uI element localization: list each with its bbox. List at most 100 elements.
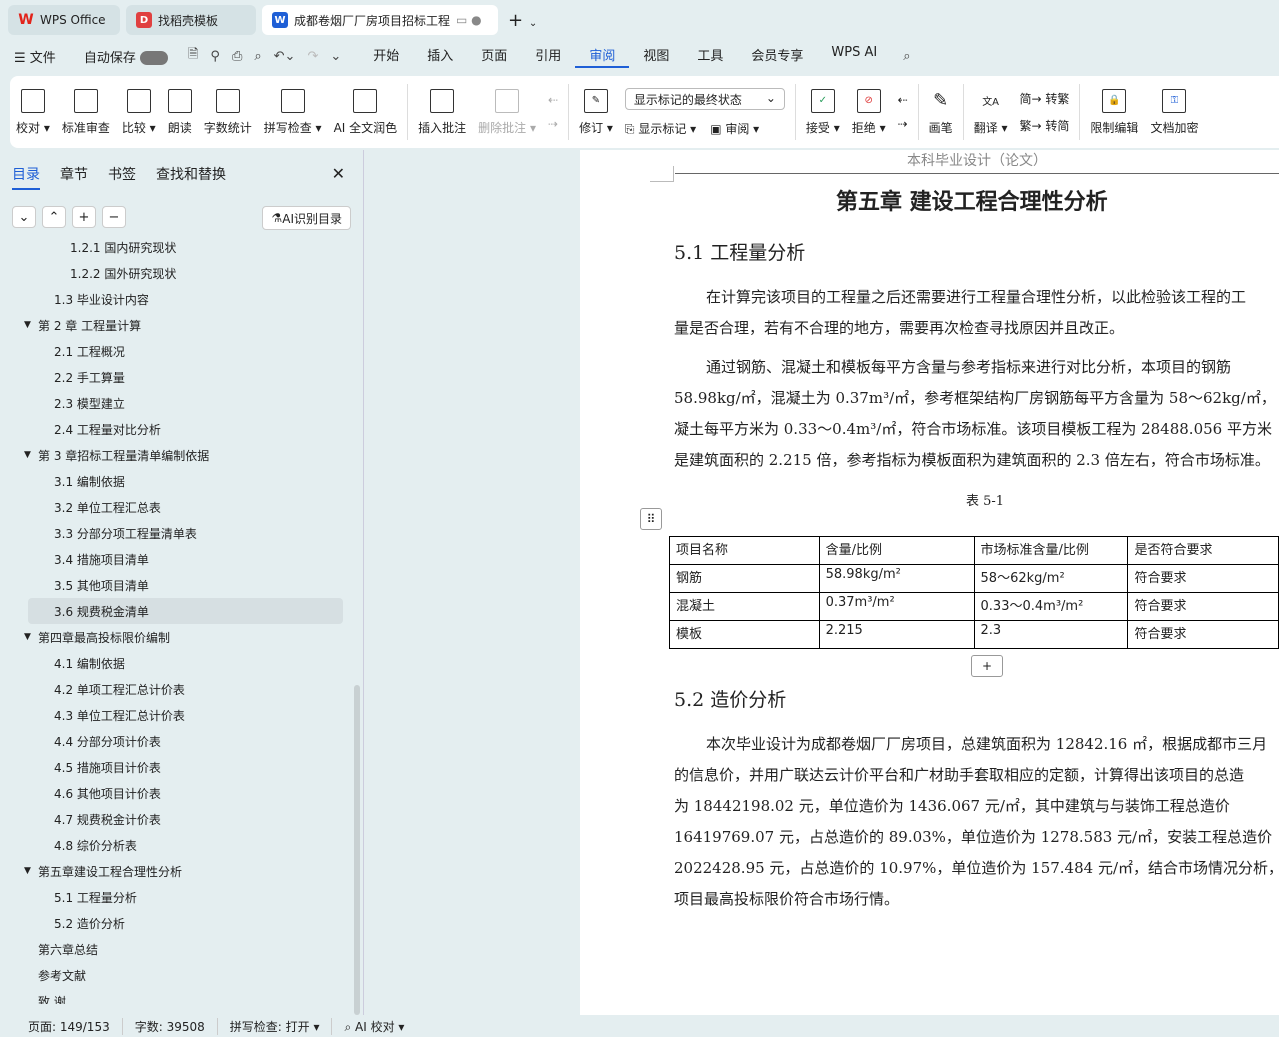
- toc-item[interactable]: 1.3 毕业设计内容: [28, 286, 343, 312]
- accept-button[interactable]: ✓ 接受 ▾: [800, 76, 846, 148]
- search-icon[interactable]: ⌕: [897, 49, 916, 64]
- tab-document[interactable]: W 成都卷烟厂厂房项目招标工程 ▭ ●: [262, 5, 498, 35]
- table-cell[interactable]: 模板: [669, 620, 820, 649]
- document-page[interactable]: 本科毕业设计（论文） 第五章 建设工程合理性分析 5.1 工程量分析 在计算完该…: [580, 150, 1279, 1015]
- expand-arrow-icon[interactable]: ▼: [24, 866, 38, 876]
- table-cell[interactable]: 是否符合要求: [1127, 536, 1279, 565]
- table-cell[interactable]: 0.37m³/m²: [818, 592, 975, 621]
- expand-down-button[interactable]: ⌄: [12, 206, 36, 228]
- toc-item[interactable]: 3.4 措施项目清单: [28, 546, 343, 572]
- menu-4[interactable]: 审阅: [575, 45, 630, 68]
- ai-proofread-button[interactable]: ⌕ AI 校对 ▾: [332, 1018, 416, 1035]
- print-preview-icon[interactable]: ⌕: [248, 49, 267, 64]
- toc-item[interactable]: 4.6 其他项目计价表: [28, 780, 343, 806]
- toc-item[interactable]: 1.2.2 国外研究现状: [28, 260, 343, 286]
- show-markup-button[interactable]: ⎘ 显示标记 ▾: [625, 120, 696, 137]
- print-icon[interactable]: ⎙: [226, 49, 248, 64]
- new-tab-button[interactable]: + ⌄: [508, 10, 537, 31]
- table-cell[interactable]: 钢筋: [669, 564, 820, 593]
- toc-item[interactable]: 4.3 单位工程汇总计价表: [28, 702, 343, 728]
- toc-item[interactable]: 3.6 规费税金清单: [28, 598, 343, 624]
- word-count-button[interactable]: 字数统计: [198, 76, 258, 148]
- menu-2[interactable]: 页面: [467, 45, 521, 68]
- menu-6[interactable]: 工具: [683, 45, 737, 68]
- toc-item[interactable]: 5.2 造价分析: [28, 910, 343, 936]
- insert-comment-button[interactable]: 插入批注: [412, 76, 472, 148]
- toc-item[interactable]: ▼ 第五章建设工程合理性分析: [24, 858, 343, 884]
- table-cell[interactable]: 含量/比例: [818, 536, 975, 565]
- toc-item[interactable]: 3.2 单位工程汇总表: [28, 494, 343, 520]
- table-move-handle[interactable]: ⠿: [640, 508, 662, 530]
- pen-button[interactable]: ✎ 画笔: [923, 76, 959, 148]
- demote-button[interactable]: −: [102, 206, 126, 228]
- format-painter-icon[interactable]: ⚲: [204, 49, 226, 64]
- table-cell[interactable]: 符合要求: [1127, 620, 1279, 649]
- close-panel-icon[interactable]: ✕: [332, 164, 345, 183]
- toc-item[interactable]: ▼ 第 3 章招标工程量清单编制依据: [24, 442, 343, 468]
- toc-item[interactable]: 参考文献: [28, 962, 343, 988]
- tab-template[interactable]: D 找稻壳模板: [126, 5, 256, 35]
- revise-button[interactable]: ✎ 修订 ▾: [573, 76, 619, 148]
- to-simplified-button[interactable]: 繁→ 转简: [1020, 117, 1070, 134]
- collapse-up-button[interactable]: ⌃: [42, 206, 66, 228]
- table-cell[interactable]: 58～62kg/m²: [973, 564, 1129, 593]
- toc-item[interactable]: 2.2 手工算量: [28, 364, 343, 390]
- table-cell[interactable]: 2.215: [818, 620, 975, 649]
- toc-item[interactable]: 2.3 模型建立: [28, 390, 343, 416]
- toc-item[interactable]: 致 谢: [28, 988, 343, 1005]
- to-traditional-button[interactable]: 简→ 转繁: [1020, 90, 1070, 107]
- delete-comment-button[interactable]: 删除批注 ▾: [472, 76, 542, 148]
- menu-0[interactable]: 开始: [359, 45, 413, 68]
- autosave-toggle[interactable]: 自动保存: [70, 47, 182, 66]
- toc-scrollbar[interactable]: [354, 685, 360, 1015]
- ai-polish-button[interactable]: AI 全文润色: [328, 76, 404, 148]
- toc-item[interactable]: 3.5 其他项目清单: [28, 572, 343, 598]
- toc-item[interactable]: 第六章总结: [28, 936, 343, 962]
- restrict-edit-button[interactable]: 🔒 限制编辑: [1084, 76, 1144, 148]
- table-cell[interactable]: 2.3: [973, 620, 1129, 649]
- review-pane-button[interactable]: ▣ 审阅 ▾: [710, 120, 759, 137]
- table-cell[interactable]: 0.33～0.4m³/m²: [973, 592, 1129, 621]
- toc-item[interactable]: ▼ 第 2 章 工程量计算: [24, 312, 343, 338]
- toc-item[interactable]: 4.1 编制依据: [28, 650, 343, 676]
- markup-mode-select[interactable]: 显示标记的最终状态 ⌄: [624, 87, 785, 110]
- translate-button[interactable]: 文A 翻译 ▾: [968, 76, 1014, 148]
- redo-icon[interactable]: ↷: [301, 49, 324, 64]
- menu-8[interactable]: WPS AI: [817, 45, 891, 68]
- menu-1[interactable]: 插入: [413, 45, 467, 68]
- expand-arrow-icon[interactable]: ▼: [24, 632, 38, 642]
- table-cell[interactable]: 符合要求: [1127, 592, 1279, 621]
- table-cell[interactable]: 市场标准含量/比例: [973, 536, 1129, 565]
- table-cell[interactable]: 项目名称: [669, 536, 820, 565]
- standard-review-button[interactable]: 标准审查: [56, 76, 116, 148]
- undo-icon[interactable]: ↶⌄: [268, 49, 302, 64]
- expand-arrow-icon[interactable]: ▼: [24, 450, 38, 460]
- toc-item[interactable]: 4.2 单项工程汇总计价表: [28, 676, 343, 702]
- read-aloud-button[interactable]: 朗读: [162, 76, 198, 148]
- promote-button[interactable]: +: [72, 206, 96, 228]
- table-cell[interactable]: 符合要求: [1127, 564, 1279, 593]
- word-count[interactable]: 字数: 39508: [123, 1017, 218, 1035]
- next-change-icon[interactable]: ⇢: [898, 117, 908, 131]
- toc-item[interactable]: 1.2.1 国内研究现状: [28, 234, 343, 260]
- prev-comment-icon[interactable]: ⇠: [548, 93, 558, 107]
- file-menu[interactable]: ☰ 文件: [0, 47, 70, 66]
- panel-tab-3[interactable]: 查找和替换: [156, 164, 226, 190]
- save-icon[interactable]: 🗎: [182, 45, 204, 67]
- page-count[interactable]: 页面: 149/153: [16, 1017, 123, 1035]
- add-row-button[interactable]: +: [971, 655, 1003, 677]
- panel-tab-1[interactable]: 章节: [60, 164, 88, 190]
- table-cell[interactable]: 58.98kg/m²: [818, 564, 975, 593]
- spell-check-button[interactable]: 拼写检查 ▾: [258, 76, 328, 148]
- menu-7[interactable]: 会员专享: [737, 45, 817, 68]
- toc-item[interactable]: 4.4 分部分项计价表: [28, 728, 343, 754]
- reject-button[interactable]: ⊘ 拒绝 ▾: [846, 76, 892, 148]
- menu-3[interactable]: 引用: [521, 45, 575, 68]
- toc-item[interactable]: ▼ 第四章最高投标限价编制: [24, 624, 343, 650]
- toc-item[interactable]: 3.3 分部分项工程量清单表: [28, 520, 343, 546]
- compare-button[interactable]: 比较 ▾: [116, 76, 162, 148]
- toc-item[interactable]: 5.1 工程量分析: [28, 884, 343, 910]
- toc-item[interactable]: 3.1 编制依据: [28, 468, 343, 494]
- prev-change-icon[interactable]: ⇠: [898, 93, 908, 107]
- more-icon[interactable]: ⌄: [324, 49, 347, 64]
